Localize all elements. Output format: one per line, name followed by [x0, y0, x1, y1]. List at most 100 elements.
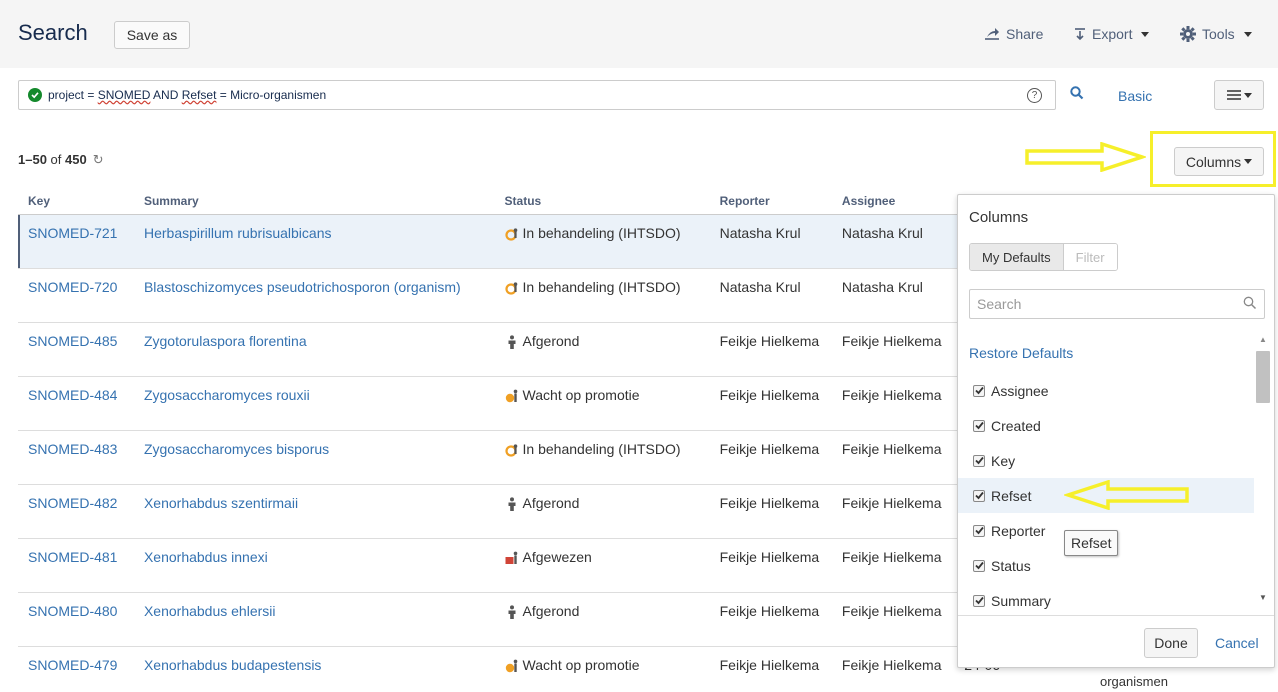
table-row[interactable]: SNOMED-721 Herbaspirillum rubrisualbicans…	[18, 214, 1018, 269]
issue-key-link[interactable]: SNOMED-480	[18, 592, 134, 647]
done-button[interactable]: Done	[1144, 628, 1198, 658]
tab-filter[interactable]: Filter	[1063, 244, 1117, 270]
reporter-cell: Feikje Hielkema	[709, 322, 832, 377]
issue-summary-link[interactable]: Herbaspirillum rubrisualbicans	[133, 214, 495, 269]
status-done-icon	[505, 496, 519, 511]
column-header-assignee[interactable]: Assignee	[831, 188, 955, 215]
issue-summary-link[interactable]: Zygosaccharomyces bisporus	[133, 430, 495, 485]
checkbox-checked-icon[interactable]	[973, 524, 985, 537]
column-option-label: Reporter	[991, 522, 1046, 539]
issue-summary-link[interactable]: Xenorhabdus budapestensis	[133, 646, 495, 692]
status-waiting-icon	[505, 658, 519, 672]
issue-summary-link[interactable]: Blastoschizomyces pseudotrichosporon (or…	[133, 268, 495, 323]
results-table: Key Summary Status Reporter Assignee Cre…	[18, 188, 1018, 692]
status-done-icon	[505, 334, 519, 349]
status-label: Wacht op promotie	[522, 656, 640, 673]
table-row[interactable]: SNOMED-482 Xenorhabdus szentirmaii Afgeron…	[18, 484, 1018, 539]
view-menu-button[interactable]	[1214, 80, 1264, 110]
issue-summary-link[interactable]: Zygotorulaspora florentina	[133, 322, 495, 377]
status-cell: In behandeling (IHTSDO)	[494, 214, 710, 269]
page-title: Search	[18, 20, 88, 45]
reporter-cell: Feikje Hielkema	[709, 538, 832, 593]
issue-key-link[interactable]: SNOMED-484	[18, 376, 134, 431]
column-header-summary[interactable]: Summary	[133, 188, 495, 215]
issue-key-link[interactable]: SNOMED-482	[18, 484, 134, 539]
save-as-button[interactable]: Save as	[114, 21, 190, 49]
column-header-key[interactable]: Key	[18, 188, 134, 215]
tooltip: Refset	[1064, 530, 1119, 556]
help-icon[interactable]: ?	[1027, 88, 1042, 103]
table-row[interactable]: SNOMED-483 Zygosaccharomyces bisporus In b…	[18, 430, 1018, 485]
checkbox-checked-icon[interactable]	[973, 384, 985, 397]
status-cell: Afgerond	[494, 322, 710, 377]
scroll-down-icon[interactable]: ▼	[1259, 593, 1267, 602]
export-icon	[1075, 28, 1085, 41]
reporter-cell: Natasha Krul	[709, 214, 832, 269]
columns-mode-toggle: My Defaults Filter	[969, 243, 1118, 271]
table-row[interactable]: SNOMED-484 Zygosaccharomyces rouxii Wacht …	[18, 376, 1018, 431]
columns-popup: Columns My Defaults Filter Search Restor…	[957, 194, 1275, 668]
assignee-cell: Feikje Hielkema	[831, 538, 955, 593]
basic-mode-link[interactable]: Basic	[1118, 88, 1152, 104]
columns-search-input[interactable]: Search	[969, 289, 1265, 319]
table-row[interactable]: SNOMED-480 Xenorhabdus ehlersii Afgerond Fe…	[18, 592, 1018, 647]
status-label: Wacht op promotie	[522, 386, 640, 403]
gear-icon	[1180, 26, 1196, 42]
issue-summary-link[interactable]: Xenorhabdus szentirmaii	[133, 484, 495, 539]
status-in-progress-icon	[504, 280, 519, 295]
table-row[interactable]: SNOMED-720 Blastoschizomyces pseudotricho…	[18, 268, 1018, 323]
column-header-status[interactable]: Status	[494, 188, 710, 215]
search-placeholder: Search	[977, 296, 1022, 312]
hamburger-icon	[1226, 90, 1241, 100]
status-cell: In behandeling (IHTSDO)	[494, 268, 710, 323]
table-row[interactable]: SNOMED-485 Zygotorulaspora florentina Afge…	[18, 322, 1018, 377]
popup-title: Columns	[969, 209, 1029, 226]
issue-summary-link[interactable]: Xenorhabdus ehlersii	[133, 592, 495, 647]
search-icon[interactable]	[1070, 86, 1084, 100]
summary-overflow-text: organismen	[1100, 674, 1168, 689]
columns-button[interactable]: Columns	[1174, 147, 1264, 176]
checkbox-checked-icon[interactable]	[973, 594, 985, 607]
export-button[interactable]: Export	[1074, 26, 1150, 42]
column-option-label: Created	[991, 417, 1041, 434]
checkbox-checked-icon[interactable]	[973, 419, 985, 432]
share-label: Share	[1006, 26, 1044, 42]
column-option-key[interactable]: Key	[958, 443, 1254, 478]
tab-my-defaults[interactable]: My Defaults	[970, 244, 1064, 270]
table-header-row: Key Summary Status Reporter Assignee Cre…	[18, 188, 1018, 215]
column-option-summary[interactable]: Summary	[958, 583, 1254, 618]
restore-defaults-link[interactable]: Restore Defaults	[969, 345, 1073, 361]
table-row[interactable]: SNOMED-481 Xenorhabdus innexi Afgewezen Fei…	[18, 538, 1018, 593]
column-option-created[interactable]: Created	[958, 408, 1254, 443]
issue-summary-link[interactable]: Zygosaccharomyces rouxii	[133, 376, 495, 431]
refresh-icon[interactable]: ↻	[93, 152, 104, 168]
checkbox-checked-icon[interactable]	[973, 454, 985, 467]
issue-key-link[interactable]: SNOMED-485	[18, 322, 134, 377]
scroll-up-icon[interactable]: ▲	[1259, 335, 1267, 344]
scrollbar-thumb[interactable]	[1256, 351, 1270, 403]
status-cell: Afgerond	[494, 592, 710, 647]
tools-button[interactable]: Tools	[1180, 26, 1252, 42]
chevron-down-icon	[1243, 92, 1252, 98]
valid-query-icon	[28, 88, 42, 102]
table-row[interactable]: SNOMED-479 Xenorhabdus budapestensis Wacht…	[18, 646, 1018, 692]
column-header-reporter[interactable]: Reporter	[709, 188, 832, 215]
checkbox-checked-icon[interactable]	[973, 559, 985, 572]
share-button[interactable]: Share	[984, 26, 1043, 42]
jql-query-input[interactable]: project = SNOMED AND Refset = Micro-orga…	[18, 80, 1056, 110]
issue-key-link[interactable]: SNOMED-479	[18, 646, 134, 692]
tools-label: Tools	[1202, 26, 1235, 42]
issue-summary-link[interactable]: Xenorhabdus innexi	[133, 538, 495, 593]
issue-key-link[interactable]: SNOMED-720	[18, 268, 134, 323]
status-waiting-icon	[505, 388, 519, 402]
status-label: In behandeling (IHTSDO)	[522, 440, 681, 457]
issue-key-link[interactable]: SNOMED-481	[18, 538, 134, 593]
annotation-arrow-icon	[1025, 142, 1146, 172]
column-option-label: Assignee	[991, 382, 1049, 399]
column-option-assignee[interactable]: Assignee	[958, 373, 1254, 408]
issue-key-link[interactable]: SNOMED-721	[18, 214, 134, 269]
issue-key-link[interactable]: SNOMED-483	[18, 430, 134, 485]
chevron-down-icon	[1141, 31, 1150, 37]
checkbox-checked-icon[interactable]	[973, 489, 985, 502]
cancel-button[interactable]: Cancel	[1215, 635, 1259, 651]
